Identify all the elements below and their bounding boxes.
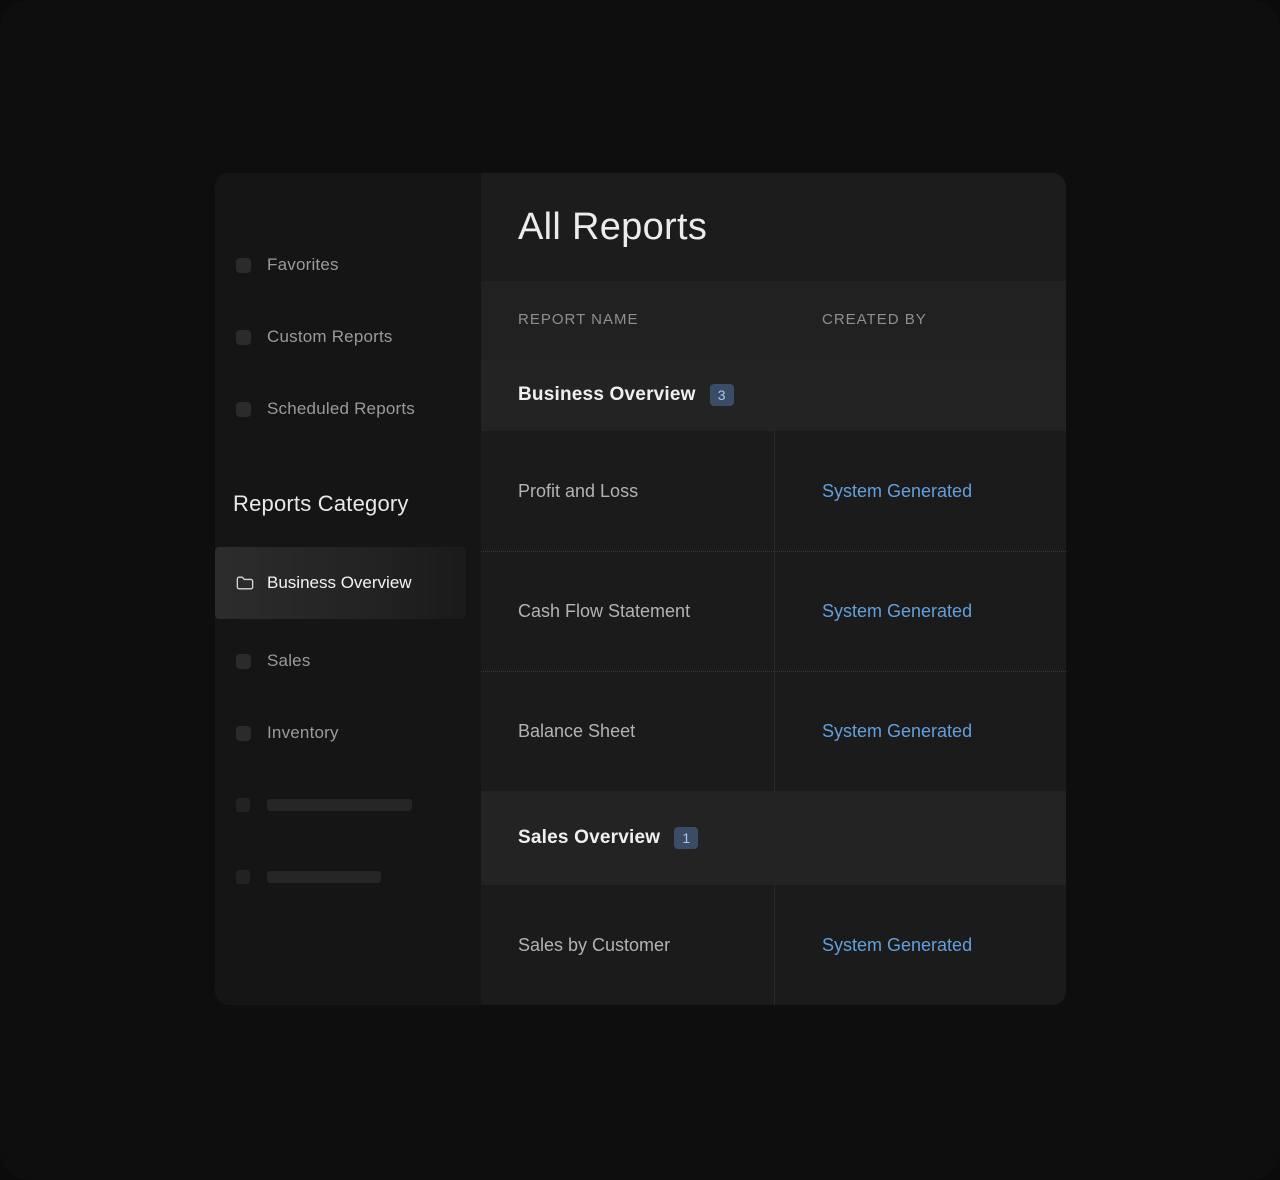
sidebar-category-label: Inventory <box>267 723 339 743</box>
report-name[interactable]: Cash Flow Statement <box>481 552 775 671</box>
sidebar-item-favorites[interactable]: Favorites <box>215 253 481 277</box>
inventory-icon <box>236 726 251 741</box>
scheduled-reports-icon <box>236 402 251 417</box>
created-by-link[interactable]: System Generated <box>822 601 972 622</box>
column-header-report-name: REPORT NAME <box>518 311 638 328</box>
sidebar-category-sales[interactable]: Sales <box>215 649 481 673</box>
custom-reports-icon <box>236 330 251 345</box>
app-background: Favorites Custom Reports Scheduled Repor… <box>0 0 1280 1180</box>
group-name: Business Overview <box>518 384 696 406</box>
sidebar: Favorites Custom Reports Scheduled Repor… <box>215 173 481 1005</box>
created-by-link[interactable]: System Generated <box>822 721 972 742</box>
skeleton-icon <box>236 798 250 812</box>
sidebar-category-inventory[interactable]: Inventory <box>215 721 481 745</box>
sidebar-item-label: Scheduled Reports <box>267 399 415 419</box>
sidebar-section-title: Reports Category <box>215 491 481 517</box>
page-title: All Reports <box>518 206 707 249</box>
table-row[interactable]: Sales by Customer System Generated <box>481 885 1066 1005</box>
main-header: All Reports <box>481 173 1066 281</box>
folder-icon <box>236 574 254 592</box>
favorites-icon <box>236 258 251 273</box>
sales-icon <box>236 654 251 669</box>
main-content: All Reports REPORT NAME CREATED BY Busin… <box>481 173 1066 1005</box>
created-by-link[interactable]: System Generated <box>822 481 972 502</box>
sidebar-item-label: Custom Reports <box>267 327 393 347</box>
table-header-row: REPORT NAME CREATED BY <box>481 281 1066 359</box>
group-row-business-overview: Business Overview 3 <box>481 359 1066 431</box>
reports-panel: Favorites Custom Reports Scheduled Repor… <box>215 173 1066 1005</box>
skeleton-row <box>215 793 481 817</box>
sidebar-item-scheduled-reports[interactable]: Scheduled Reports <box>215 397 481 421</box>
report-name[interactable]: Balance Sheet <box>481 672 775 791</box>
table-row[interactable]: Profit and Loss System Generated <box>481 431 1066 551</box>
group-count-badge: 1 <box>674 827 698 849</box>
sidebar-category-label: Sales <box>267 651 311 671</box>
sidebar-item-custom-reports[interactable]: Custom Reports <box>215 325 481 349</box>
group-name: Sales Overview <box>518 827 660 849</box>
report-name[interactable]: Profit and Loss <box>481 431 775 551</box>
column-header-created-by: CREATED BY <box>822 311 927 328</box>
skeleton-bar <box>267 871 381 883</box>
sidebar-category-label: Business Overview <box>267 573 412 593</box>
group-count-badge: 3 <box>710 384 734 406</box>
report-name[interactable]: Sales by Customer <box>481 885 775 1005</box>
skeleton-bar <box>267 799 412 811</box>
table-row[interactable]: Cash Flow Statement System Generated <box>481 551 1066 671</box>
group-row-sales-overview: Sales Overview 1 <box>481 791 1066 885</box>
table-row[interactable]: Balance Sheet System Generated <box>481 671 1066 791</box>
created-by-link[interactable]: System Generated <box>822 935 972 956</box>
skeleton-icon <box>236 870 250 884</box>
sidebar-category-business-overview[interactable]: Business Overview <box>215 547 466 619</box>
skeleton-row <box>215 865 481 889</box>
sidebar-item-label: Favorites <box>267 255 339 275</box>
